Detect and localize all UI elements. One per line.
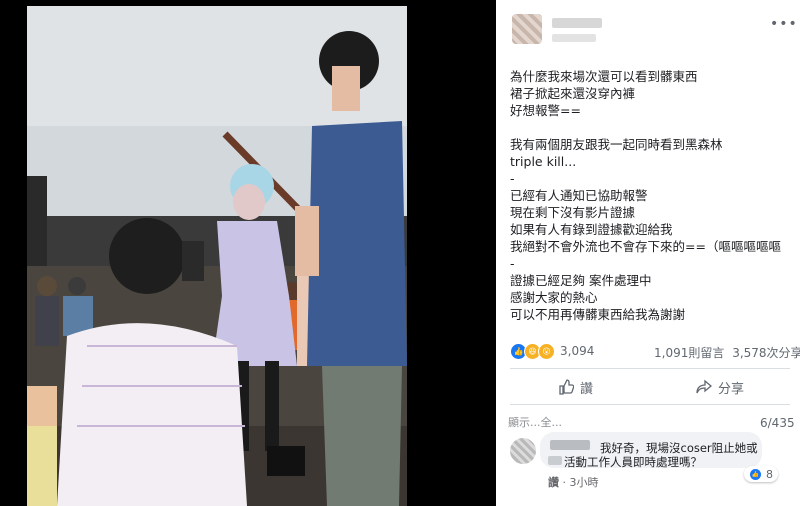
share-button[interactable]: 分享 [696, 376, 744, 398]
post-line: - [510, 256, 515, 271]
commenter-name-redacted[interactable] [550, 440, 590, 450]
reaction-count: 3,094 [560, 344, 595, 358]
post-line: 感謝大家的熱心 [510, 290, 598, 305]
post-line: triple kill... [510, 154, 577, 169]
like-button[interactable]: 讚 [558, 376, 593, 398]
post-line: 證據已經足夠 案件處理中 [510, 273, 652, 288]
thumbs-up-icon [559, 379, 574, 395]
comment-like-count: 8 [766, 467, 773, 481]
comment-pagination: 6/435 [760, 416, 795, 430]
divider [510, 368, 790, 369]
share-count[interactable]: 3,578次分享 [732, 346, 800, 360]
comment-meta: 讚 · 3小時 [548, 474, 599, 490]
wow-icon: 😮 [538, 342, 555, 360]
comment-like-badge[interactable]: 👍 8 [744, 466, 778, 482]
more-horizontal-icon[interactable]: ••• [770, 16, 798, 32]
post-timestamp-redacted[interactable] [552, 34, 596, 42]
post-line: 可以不用再傳髒東西給我為謝謝 [510, 307, 686, 322]
post-line: 已經有人通知已協助報警 [510, 188, 648, 203]
post-photo[interactable] [27, 6, 407, 506]
comment-text-line: 活動工作人員即時處理嗎？ [564, 455, 702, 469]
post-line: 為什麼我來場次還可以看到髒東西 [510, 69, 698, 84]
photo-illustration [27, 6, 407, 506]
post-line: 好想報警== [510, 103, 581, 118]
post-line: 我絕對不會外流也不會存下來的==（嘔嘔嘔嘔嘔 [510, 239, 781, 254]
post-text: 為什麼我來場次還可以看到髒東西 裙子掀起來還沒穿內褲 好想報警== 我有兩個朋友… [510, 68, 794, 323]
post-line: 裙子掀起來還沒穿內褲 [510, 86, 636, 101]
screenshot-root: ••• 為什麼我來場次還可以看到髒東西 裙子掀起來還沒穿內褲 好想報警== 我有… [0, 0, 800, 506]
like-label: 讚 [580, 381, 594, 397]
divider [510, 404, 790, 405]
share-icon [696, 379, 712, 394]
post-line: 如果有人有錄到證據歡迎給我 [510, 222, 673, 237]
reaction-summary[interactable]: 👍 😆 😮 3,094 [510, 342, 594, 360]
comment-count[interactable]: 1,091則留言 [654, 346, 724, 360]
comment-redaction [548, 456, 562, 465]
post-line [510, 119, 794, 136]
author-name-redacted[interactable] [552, 18, 602, 28]
comment-like-action[interactable]: 讚 [548, 476, 559, 489]
post-line: 我有兩個朋友跟我一起同時看到黑森林 [510, 137, 723, 152]
post-stats: 1,091則留言 3,578次分享 [650, 344, 800, 361]
post-line: 現在剩下沒有影片證據 [510, 205, 636, 220]
post-line: - [510, 171, 515, 186]
commenter-avatar[interactable] [510, 438, 536, 464]
author-avatar[interactable] [512, 14, 542, 44]
separator: · [562, 476, 570, 489]
comment-time[interactable]: 3小時 [570, 476, 599, 489]
comment-sort-toggle[interactable]: 顯示...全... [508, 414, 562, 430]
share-label: 分享 [718, 381, 745, 397]
like-icon: 👍 [749, 467, 762, 481]
